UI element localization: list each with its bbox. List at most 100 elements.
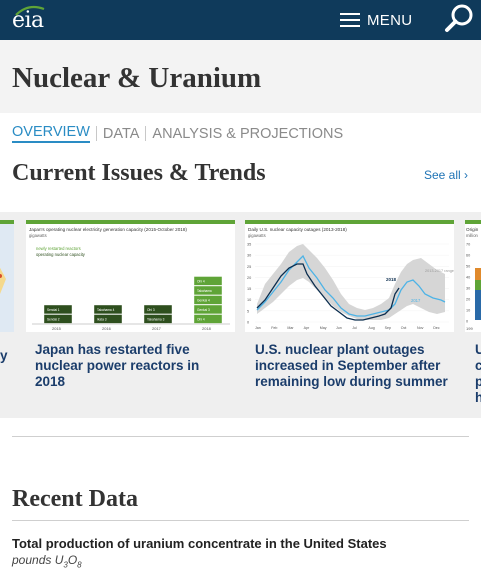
japan-chart-thumbnail: Japan's operating nuclear electricity ge… bbox=[26, 220, 235, 332]
x-tick-label: Mar bbox=[287, 326, 294, 330]
stacked-bar bbox=[475, 280, 481, 290]
uranium-origin-chart: Origin million 70 60 50 40 30 20 10 0 199 bbox=[466, 227, 481, 331]
eia-logo-swoosh-icon bbox=[15, 5, 45, 16]
top-bar: eia MENU bbox=[0, 0, 481, 40]
section-tabs: OVERVIEW DATA ANALYSIS & PROJECTIONS bbox=[12, 124, 343, 143]
tab-overview[interactable]: OVERVIEW bbox=[12, 124, 90, 143]
outages-chart-thumbnail: Daily U.S. nuclear capacity outages (201… bbox=[245, 220, 454, 332]
caption-letter: c bbox=[475, 358, 481, 373]
chart-title: Daily U.S. nuclear capacity outages (201… bbox=[248, 227, 347, 232]
see-all-label: See all bbox=[424, 168, 461, 182]
segment-label: Ohi 4 bbox=[197, 280, 205, 284]
x-tick-label: Jul bbox=[352, 326, 357, 330]
y-tick-label: 10 bbox=[247, 298, 251, 302]
see-all-link[interactable]: See all › bbox=[424, 168, 468, 182]
y-tick-label: 40 bbox=[466, 276, 470, 280]
chart-unit: gigawatts bbox=[248, 233, 266, 238]
x-tick-label: Aug bbox=[368, 326, 374, 330]
y-tick-label: 35 bbox=[247, 243, 251, 247]
segment-label: Ohi 4 bbox=[197, 318, 205, 322]
map-image bbox=[0, 224, 14, 332]
us-outages-chart: Daily U.S. nuclear capacity outages (201… bbox=[247, 227, 454, 330]
y-tick-label: 60 bbox=[466, 254, 470, 258]
x-tick-label: 2016 bbox=[102, 326, 112, 331]
y-tick-label: 30 bbox=[247, 254, 251, 258]
chart-unit: million bbox=[466, 233, 479, 238]
segment-label: Takahama 4 bbox=[97, 308, 115, 312]
segment-label: Takahama 3 bbox=[147, 318, 165, 322]
tab-divider bbox=[145, 126, 147, 141]
label-2017: 2017 bbox=[411, 298, 421, 303]
segment-label: Sendai 2 bbox=[47, 318, 60, 322]
recent-data-item-title[interactable]: Total production of uranium concentrate … bbox=[12, 536, 387, 551]
x-tick-label: 199 bbox=[466, 326, 473, 331]
hamburger-icon bbox=[340, 13, 360, 27]
x-tick-label: Apr bbox=[304, 326, 310, 330]
x-tick-label: Dec bbox=[433, 326, 440, 330]
stacked-bar bbox=[475, 290, 481, 320]
tab-analysis-projections[interactable]: ANALYSIS & PROJECTIONS bbox=[152, 126, 343, 142]
range-band bbox=[257, 244, 445, 320]
issue-card-us-outages[interactable]: Daily U.S. nuclear capacity outages (201… bbox=[245, 220, 454, 410]
x-tick-label: Jun bbox=[336, 326, 342, 330]
segment-label: Takahama bbox=[197, 289, 212, 293]
segment-label: Genkai 4 bbox=[197, 299, 210, 303]
y-tick-label: 30 bbox=[466, 287, 470, 291]
section-divider bbox=[12, 436, 469, 437]
caption-letter: h bbox=[475, 390, 481, 405]
issue-caption-partial[interactable]: U c p h bbox=[475, 342, 481, 406]
section-divider bbox=[12, 520, 469, 521]
unit-mid: O bbox=[67, 553, 78, 567]
x-tick-label: 2017 bbox=[152, 326, 162, 331]
y-tick-label: 50 bbox=[466, 265, 470, 269]
caption-letter: U bbox=[475, 342, 481, 357]
x-tick-label: Sep bbox=[385, 326, 391, 330]
y-tick-label: 20 bbox=[466, 298, 470, 302]
label-range: 2013-2017 range bbox=[425, 269, 454, 273]
x-tick-label: Nov bbox=[417, 326, 424, 330]
issue-card-partial-right[interactable]: Origin million 70 60 50 40 30 20 10 0 199 U c p… bbox=[465, 220, 481, 410]
chart-unit: gigawatts bbox=[29, 233, 47, 238]
issues-carousel[interactable]: y Japan's operating nuclear electricity … bbox=[0, 212, 481, 418]
x-tick-label: 2015 bbox=[52, 326, 62, 331]
y-tick-label: 70 bbox=[466, 243, 470, 247]
x-tick-label: Oct bbox=[401, 326, 407, 330]
unit-sub: 8 bbox=[77, 560, 82, 568]
japan-capacity-chart: Japan's operating nuclear electricity ge… bbox=[29, 227, 230, 331]
y-tick-label: 15 bbox=[247, 287, 251, 291]
issue-card-partial-left[interactable]: y bbox=[0, 220, 14, 410]
chart-title: Japan's operating nuclear electricity ge… bbox=[29, 227, 187, 232]
stacked-bar bbox=[475, 268, 481, 280]
menu-button[interactable]: MENU bbox=[340, 8, 412, 32]
y-tick-label: 5 bbox=[247, 309, 249, 313]
x-tick-label: Jan bbox=[255, 326, 261, 330]
search-icon[interactable] bbox=[442, 2, 476, 36]
legend-operating-capacity: operating nuclear capacity bbox=[36, 252, 86, 257]
recent-data-heading: Recent Data bbox=[12, 486, 138, 512]
issue-caption[interactable]: y bbox=[0, 348, 20, 364]
page-title: Nuclear & Uranium bbox=[12, 62, 262, 94]
label-2018: 2018 bbox=[386, 277, 397, 282]
segment-label: Sendai 1 bbox=[47, 308, 60, 312]
uranium-chart-thumbnail: Origin million 70 60 50 40 30 20 10 0 199 bbox=[465, 220, 481, 332]
segment-label: Genkai 3 bbox=[197, 308, 210, 312]
tab-data[interactable]: DATA bbox=[103, 126, 140, 142]
issue-caption-us-outages[interactable]: U.S. nuclear plant outages increased in … bbox=[255, 342, 450, 390]
issues-heading: Current Issues & Trends bbox=[12, 160, 266, 186]
caption-letter: p bbox=[475, 374, 481, 389]
menu-label: MENU bbox=[367, 11, 413, 29]
chevron-right-icon: › bbox=[464, 168, 469, 182]
tab-divider bbox=[95, 126, 97, 141]
y-tick-label: 10 bbox=[466, 309, 470, 313]
y-tick-label: 0 bbox=[466, 320, 468, 324]
map-thumbnail bbox=[0, 220, 14, 332]
issue-card-japan[interactable]: Japan's operating nuclear electricity ge… bbox=[26, 220, 235, 410]
y-tick-label: 20 bbox=[247, 276, 251, 280]
segment-label: Ohi 3 bbox=[147, 308, 155, 312]
unit-prefix: pounds U bbox=[12, 553, 64, 567]
issue-caption-japan[interactable]: Japan has restarted five nuclear power r… bbox=[35, 342, 230, 390]
segment-label: Ikata 3 bbox=[97, 318, 107, 322]
legend-newly-restarted: newly restarted reactors bbox=[36, 246, 81, 251]
recent-data-unit: pounds U3O8 bbox=[12, 553, 82, 568]
x-tick-label: May bbox=[320, 326, 327, 330]
